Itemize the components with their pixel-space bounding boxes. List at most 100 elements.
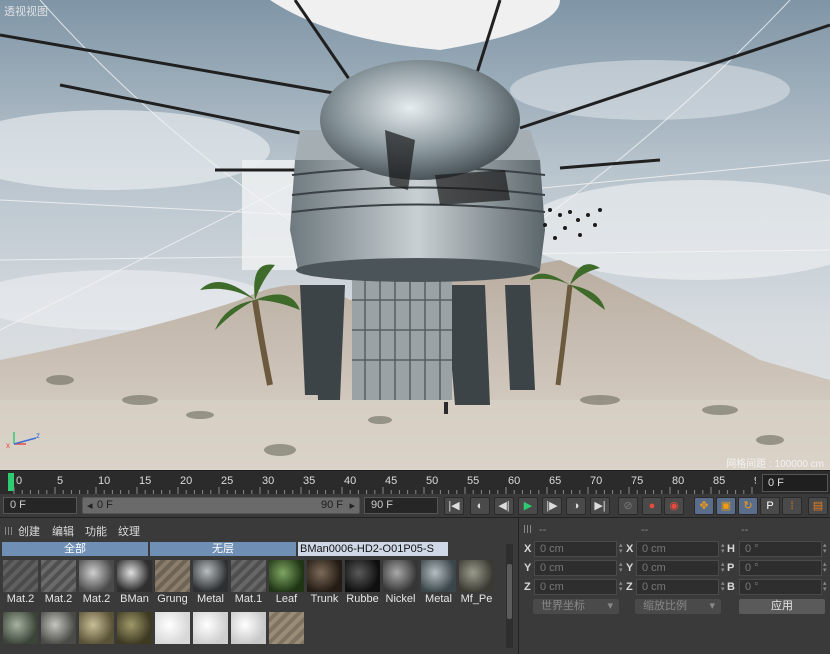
- filter-layer-tab[interactable]: 无层: [150, 542, 296, 556]
- start-frame-field[interactable]: 0 F: [3, 497, 77, 514]
- coords-header-position: --: [539, 524, 547, 536]
- range-right-arrow-icon[interactable]: ▸: [349, 499, 355, 512]
- timeline-tick-label: 90: [754, 475, 756, 487]
- pos-y-field[interactable]: 0 cm: [534, 560, 617, 576]
- coordinate-mode-dropdown[interactable]: 世界坐标 ▾: [533, 599, 619, 614]
- range-left-arrow-icon[interactable]: ◂: [87, 499, 93, 512]
- key-pla-button[interactable]: ⁞: [782, 497, 802, 515]
- timeline[interactable]: 0 5 10 15 20 25 30 35 40 45 50 55 60 65 70 75 80 85 90 0 F: [0, 470, 830, 494]
- filter-all-tab[interactable]: 全部: [2, 542, 148, 556]
- timeline-tick-label: 40: [344, 475, 356, 487]
- rot-h-stepper-icon[interactable]: ▴ ▾: [823, 542, 829, 555]
- rot-p-stepper-icon[interactable]: ▴ ▾: [823, 561, 829, 574]
- apply-button[interactable]: 应用: [739, 599, 825, 614]
- prev-key-button[interactable]: ◐: [470, 497, 490, 515]
- next-key-button[interactable]: ◑: [566, 497, 586, 515]
- pos-z-field[interactable]: 0 cm: [534, 579, 617, 595]
- material-scrollbar[interactable]: [506, 544, 513, 648]
- panel-grip-icon[interactable]: [5, 527, 13, 535]
- material-swatch-selected[interactable]: BMan: [116, 559, 153, 607]
- timeline-ruler[interactable]: 0 5 10 15 20 25 30 35 40 45 50 55 60 65 70 75 80 85 90: [0, 471, 756, 495]
- record-button[interactable]: ●: [642, 497, 662, 515]
- material-swatch[interactable]: Metal: [192, 559, 229, 607]
- key-param-button[interactable]: P: [760, 497, 780, 515]
- menu-function[interactable]: 功能: [85, 523, 107, 539]
- end-frame-field[interactable]: 90 F: [364, 497, 438, 514]
- material-swatch[interactable]: Mf_Pe: [458, 559, 495, 607]
- menu-create[interactable]: 创建: [18, 523, 40, 539]
- rot-b-field[interactable]: 0 °: [739, 579, 822, 595]
- timeline-tick-label: 45: [385, 475, 397, 487]
- goto-end-button[interactable]: ▶|: [590, 497, 610, 515]
- timeline-tick-label: 70: [590, 475, 602, 487]
- material-swatch[interactable]: Grung: [154, 559, 191, 607]
- size-x-field[interactable]: 0 cm: [636, 541, 719, 557]
- key-position-button[interactable]: ✥: [694, 497, 714, 515]
- coords-header-rotation: --: [741, 524, 749, 536]
- material-swatch[interactable]: [192, 611, 229, 654]
- playhead[interactable]: [8, 473, 14, 491]
- scene-render: [0, 0, 830, 470]
- menu-texture[interactable]: 纹理: [118, 523, 140, 539]
- material-swatch[interactable]: Leaf: [268, 559, 305, 607]
- material-swatch[interactable]: [78, 611, 115, 654]
- timeline-tick-label: 20: [180, 475, 192, 487]
- size-y-field[interactable]: 0 cm: [636, 560, 719, 576]
- timeline-tick-label: 0: [16, 475, 22, 487]
- rot-h-field[interactable]: 0 °: [739, 541, 822, 557]
- timeline-tick-label: 80: [672, 475, 684, 487]
- preview-range-slider[interactable]: ◂ 0 F 90 F ▸: [82, 497, 360, 514]
- pos-x-field[interactable]: 0 cm: [534, 541, 617, 557]
- material-swatch[interactable]: Trunk: [306, 559, 343, 607]
- material-swatch[interactable]: Rubbe: [344, 559, 381, 607]
- size-z-field[interactable]: 0 cm: [636, 579, 719, 595]
- scale-mode-dropdown[interactable]: 缩放比例 ▾: [635, 599, 721, 614]
- material-swatch[interactable]: [268, 611, 305, 654]
- rot-b-stepper-icon[interactable]: ▴ ▾: [823, 580, 829, 593]
- material-swatch[interactable]: Mat.2: [2, 559, 39, 607]
- autokey-button[interactable]: ◉: [664, 497, 684, 515]
- svg-text:z: z: [36, 431, 40, 440]
- panel-grip-icon[interactable]: [524, 525, 532, 533]
- timeline-tick-label: 50: [426, 475, 438, 487]
- pos-z-stepper-icon[interactable]: ▴ ▾: [619, 580, 625, 593]
- material-filter-row: 全部 无层 BMan0006-HD2-O01P05-S: [2, 542, 514, 556]
- key-scale-button[interactable]: ▣: [716, 497, 736, 515]
- material-swatch[interactable]: [116, 611, 153, 654]
- next-frame-button[interactable]: |▶: [542, 497, 562, 515]
- material-swatch[interactable]: Mat.2: [78, 559, 115, 607]
- axis-gizmo-icon: x z: [6, 431, 40, 450]
- material-swatch[interactable]: Mat.1: [230, 559, 267, 607]
- scrollbar-thumb[interactable]: [507, 564, 512, 619]
- timeline-tick-label: 30: [262, 475, 274, 487]
- perspective-viewport[interactable]: 透视视图 x z 网格间距 : 100000 cm: [0, 0, 830, 470]
- goto-start-button[interactable]: |◀: [444, 497, 464, 515]
- material-swatch[interactable]: [154, 611, 191, 654]
- keyframe-disabled-button[interactable]: ⊘: [618, 497, 638, 515]
- pos-x-stepper-icon[interactable]: ▴ ▾: [619, 542, 625, 555]
- range-end-label: 90 F: [320, 499, 343, 511]
- size-z-label: Z: [626, 581, 633, 593]
- play-button[interactable]: ▶: [518, 497, 538, 515]
- material-swatch[interactable]: [2, 611, 39, 654]
- coords-header-size: --: [641, 524, 649, 536]
- timeline-tick-label: 5: [57, 475, 63, 487]
- material-swatch[interactable]: Mat.2: [40, 559, 77, 607]
- material-swatch[interactable]: Nickel: [382, 559, 419, 607]
- material-swatch[interactable]: Metal: [420, 559, 457, 607]
- timeline-tick-label: 75: [631, 475, 643, 487]
- timeline-tick-label: 55: [467, 475, 479, 487]
- key-rotation-button[interactable]: ↻: [738, 497, 758, 515]
- material-swatch[interactable]: [40, 611, 77, 654]
- timeline-window-button[interactable]: ▤: [808, 497, 828, 515]
- prev-frame-button[interactable]: ◀|: [494, 497, 514, 515]
- material-swatch[interactable]: [230, 611, 267, 654]
- material-manager: 创建 编辑 功能 纹理 全部 无层 BMan0006-HD2-O01P05-S …: [0, 518, 516, 654]
- pos-y-stepper-icon[interactable]: ▴ ▾: [619, 561, 625, 574]
- rot-p-label: P: [727, 562, 735, 574]
- rot-p-field[interactable]: 0 °: [739, 560, 822, 576]
- menu-edit[interactable]: 编辑: [52, 523, 74, 539]
- current-frame-field[interactable]: 0 F: [762, 474, 828, 492]
- timeline-tick-label: 15: [139, 475, 151, 487]
- rot-h-label: H: [727, 543, 735, 555]
